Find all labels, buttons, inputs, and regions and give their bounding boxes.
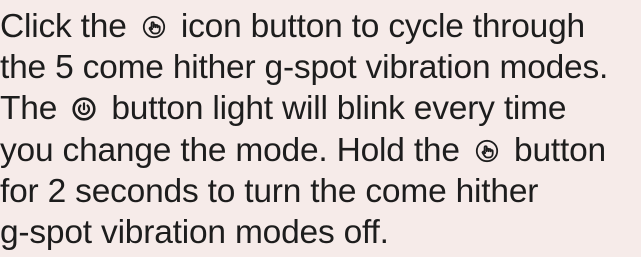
instruction-text: Click the bbox=[0, 8, 127, 45]
instruction-line-2: the 5 come hither g-spot vibration modes… bbox=[0, 47, 641, 88]
instruction-text: icon button to cycle through bbox=[180, 8, 585, 45]
instruction-line-6: g-spot vibration modes off. bbox=[0, 212, 641, 253]
instruction-text: you change the mode. Hold the bbox=[0, 131, 460, 169]
instruction-paragraph: Click the icon button to cycle through t… bbox=[0, 0, 641, 257]
vibration-mode-button-icon bbox=[142, 15, 166, 39]
instruction-line-1: Click the icon button to cycle through bbox=[0, 6, 641, 47]
instruction-text: button light will blink every time bbox=[111, 90, 567, 128]
instruction-text: the 5 come hither g-spot vibration modes… bbox=[0, 49, 609, 87]
instruction-line-3: The button light will blink every time bbox=[0, 88, 641, 129]
instruction-text: The bbox=[0, 90, 58, 128]
instruction-line-4: you change the mode. Hold the button bbox=[0, 130, 641, 171]
vibration-mode-button-icon bbox=[475, 139, 499, 163]
instruction-text: button bbox=[514, 131, 606, 169]
instruction-text: for 2 seconds to turn the come hither bbox=[0, 172, 539, 210]
instruction-text: g-spot vibration modes off. bbox=[0, 213, 389, 251]
instruction-line-5: for 2 seconds to turn the come hither bbox=[0, 171, 641, 212]
power-button-icon bbox=[72, 97, 96, 121]
